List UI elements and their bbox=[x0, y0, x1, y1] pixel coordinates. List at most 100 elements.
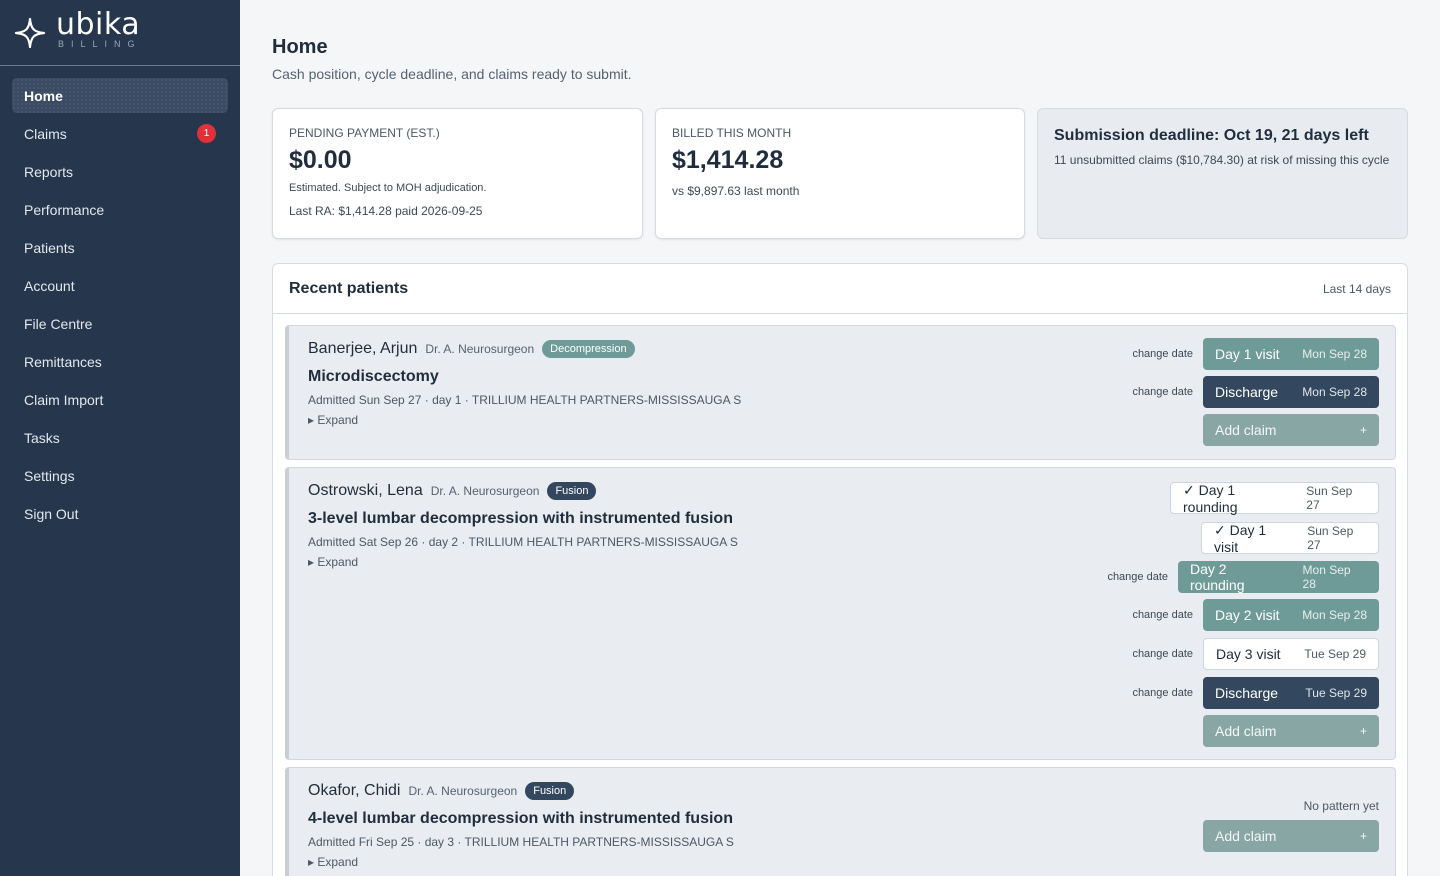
admission-info: Admitted Fri Sep 25 · day 3 · TRILLIUM H… bbox=[308, 835, 734, 849]
sidebar-item-label: File Centre bbox=[24, 315, 93, 332]
patient-header: Banerjee, Arjun Dr. A. Neurosurgeon Deco… bbox=[308, 340, 635, 358]
sidebar-item-remittances[interactable]: Remittances bbox=[12, 344, 228, 379]
sidebar-item-account[interactable]: Account bbox=[12, 268, 228, 303]
change-date-link[interactable]: change date bbox=[1107, 571, 1168, 583]
add-claim-button[interactable]: Add claim + bbox=[1203, 414, 1379, 446]
expand-toggle[interactable]: ▸ Expand bbox=[308, 855, 358, 869]
sidebar: ubika BILLING Home Claims 1 Reports Perfo… bbox=[0, 0, 240, 876]
procedure-tag: Decompression bbox=[542, 340, 635, 358]
claim-action-row: change date Day 2 rounding Mon Sep 28 bbox=[1107, 561, 1379, 593]
sidebar-item-label: Settings bbox=[24, 467, 75, 484]
claim-pill[interactable]: Day 2 visit Mon Sep 28 bbox=[1203, 599, 1379, 631]
claim-pill-date: Tue Sep 29 bbox=[1304, 647, 1366, 661]
sidebar-item-performance[interactable]: Performance bbox=[12, 192, 228, 227]
sidebar-nav: Home Claims 1 Reports Performance Patient… bbox=[0, 66, 240, 546]
sidebar-item-patients[interactable]: Patients bbox=[12, 230, 228, 265]
recent-patients-header: Recent patients Last 14 days bbox=[273, 264, 1407, 314]
admission-info: Admitted Sun Sep 27 · day 1 · TRILLIUM H… bbox=[308, 393, 742, 407]
doctor-name: Dr. A. Neurosurgeon bbox=[425, 342, 535, 356]
patient-card: Ostrowski, Lena Dr. A. Neurosurgeon Fusi… bbox=[285, 467, 1396, 760]
claim-pill-label: Day 2 rounding bbox=[1190, 561, 1245, 593]
plus-icon: + bbox=[1359, 829, 1367, 843]
patient-name[interactable]: Ostrowski, Lena bbox=[308, 482, 423, 500]
claim-pill-date: Mon Sep 28 bbox=[1302, 608, 1367, 622]
change-date-link[interactable]: change date bbox=[1132, 348, 1193, 360]
claim-pill[interactable]: Discharge Mon Sep 28 bbox=[1203, 376, 1379, 408]
claim-action-row: change date Day 2 visit Mon Sep 28 bbox=[1132, 599, 1379, 631]
expand-toggle[interactable]: ▸ Expand bbox=[308, 555, 358, 569]
logo-icon bbox=[14, 17, 46, 48]
sidebar-item-file-centre[interactable]: File Centre bbox=[12, 306, 228, 341]
patient-name[interactable]: Okafor, Chidi bbox=[308, 782, 400, 800]
sidebar-item-label: Account bbox=[24, 277, 75, 294]
sidebar-item-reports[interactable]: Reports bbox=[12, 154, 228, 189]
recent-patients-title: Recent patients bbox=[289, 279, 409, 297]
recent-patients-panel: Recent patients Last 14 days Banerjee, A… bbox=[272, 263, 1408, 876]
claim-pill-label: Day 3 visit bbox=[1216, 646, 1281, 662]
last-ra-text: Last RA: $1,414.28 paid 2026-09-25 bbox=[289, 204, 483, 218]
add-claim-row: Add claim + bbox=[1203, 715, 1379, 747]
recent-patients-range: Last 14 days bbox=[1322, 281, 1391, 296]
patient-name[interactable]: Banerjee, Arjun bbox=[308, 340, 417, 358]
claim-pill-completed[interactable]: ✓ Day 1 visit Sun Sep 27 bbox=[1201, 521, 1379, 555]
doctor-name: Dr. A. Neurosurgeon bbox=[408, 784, 518, 798]
sidebar-item-tasks[interactable]: Tasks bbox=[12, 420, 228, 455]
claim-pill[interactable]: Day 2 rounding Mon Sep 28 bbox=[1178, 561, 1379, 593]
add-claim-button[interactable]: Add claim + bbox=[1203, 820, 1379, 852]
change-date-link[interactable]: change date bbox=[1132, 386, 1193, 398]
patient-header: Okafor, Chidi Dr. A. Neurosurgeon Fusion bbox=[308, 782, 575, 800]
change-date-link[interactable]: change date bbox=[1132, 648, 1193, 660]
no-pattern-text: No pattern yet bbox=[1303, 799, 1379, 813]
sidebar-item-claims[interactable]: Claims 1 bbox=[12, 116, 228, 151]
claim-action-row: change date Discharge Tue Sep 29 bbox=[1132, 677, 1379, 709]
add-claim-label: Add claim bbox=[1215, 422, 1277, 438]
add-claim-row: Add claim + bbox=[1203, 414, 1379, 446]
pending-payment-card: Pending payment (est.) $0.00 Estimated. … bbox=[272, 108, 643, 239]
card-label: Billed this month bbox=[672, 126, 792, 140]
claim-pill-date: Mon Sep 28 bbox=[1302, 385, 1367, 399]
billed-month-card: Billed this month $1,414.28 vs $9,897.63… bbox=[655, 108, 1025, 239]
claim-pill[interactable]: Day 3 visit Tue Sep 29 bbox=[1203, 638, 1379, 670]
change-date-link[interactable]: change date bbox=[1132, 609, 1193, 621]
doctor-name: Dr. A. Neurosurgeon bbox=[430, 484, 540, 498]
claim-pill-label: Discharge bbox=[1215, 384, 1279, 400]
page-title: Home bbox=[272, 36, 328, 58]
claim-action-row: change date Day 3 visit Tue Sep 29 bbox=[1132, 638, 1379, 670]
sidebar-item-label: Claims bbox=[24, 125, 67, 142]
claim-action-row: change date Day 1 visit Mon Sep 28 bbox=[1132, 338, 1379, 370]
claim-pill[interactable]: Day 1 visit Mon Sep 28 bbox=[1203, 338, 1379, 370]
plus-icon: + bbox=[1359, 423, 1367, 437]
sidebar-item-claim-import[interactable]: Claim Import bbox=[12, 382, 228, 417]
claim-pill-date: Tue Sep 29 bbox=[1305, 686, 1367, 700]
sidebar-item-label: Reports bbox=[24, 163, 74, 180]
add-claim-row: Add claim + bbox=[1203, 820, 1379, 852]
claim-pill-date: Sun Sep 27 bbox=[1306, 484, 1353, 512]
claim-pill-date: Mon Sep 28 bbox=[1302, 347, 1367, 361]
add-claim-button[interactable]: Add claim + bbox=[1203, 715, 1379, 747]
add-claim-label: Add claim bbox=[1215, 723, 1277, 739]
claims-count-badge: 1 bbox=[197, 124, 216, 143]
brand[interactable]: ubika BILLING bbox=[0, 0, 240, 66]
procedure-name: Microdiscectomy bbox=[308, 368, 439, 385]
claim-pill[interactable]: Discharge Tue Sep 29 bbox=[1203, 677, 1379, 709]
deadline-text: 11 unsubmitted claims ($10,784.30) at ri… bbox=[1054, 153, 1390, 167]
procedure-name: 3-level lumbar decompression with instru… bbox=[308, 510, 733, 527]
brand-sub: BILLING bbox=[58, 39, 142, 49]
pending-payment-note: Estimated. Subject to MOH adjudication. bbox=[289, 182, 487, 194]
deadline-card: Submission deadline: Oct 19, 21 days lef… bbox=[1037, 108, 1408, 239]
sidebar-item-label: Remittances bbox=[24, 353, 102, 370]
claim-pill-label: ✓ Day 1 visit bbox=[1214, 521, 1267, 555]
billed-month-value: $1,414.28 bbox=[672, 146, 784, 174]
claim-action-row: ✓ Day 1 rounding Sun Sep 27 bbox=[1170, 481, 1379, 515]
claim-pill-label: ✓ Day 1 rounding bbox=[1183, 481, 1238, 515]
claim-pill-completed[interactable]: ✓ Day 1 rounding Sun Sep 27 bbox=[1170, 481, 1379, 515]
claim-pill-label: Day 1 visit bbox=[1215, 346, 1280, 362]
procedure-tag: Fusion bbox=[547, 482, 597, 500]
sidebar-item-home[interactable]: Home bbox=[12, 78, 228, 113]
expand-toggle[interactable]: ▸ Expand bbox=[308, 413, 358, 427]
sidebar-item-sign-out[interactable]: Sign Out bbox=[12, 496, 228, 531]
sidebar-item-label: Tasks bbox=[24, 429, 60, 446]
sidebar-item-settings[interactable]: Settings bbox=[12, 458, 228, 493]
change-date-link[interactable]: change date bbox=[1132, 687, 1193, 699]
admission-info: Admitted Sat Sep 26 · day 2 · TRILLIUM H… bbox=[308, 535, 738, 549]
